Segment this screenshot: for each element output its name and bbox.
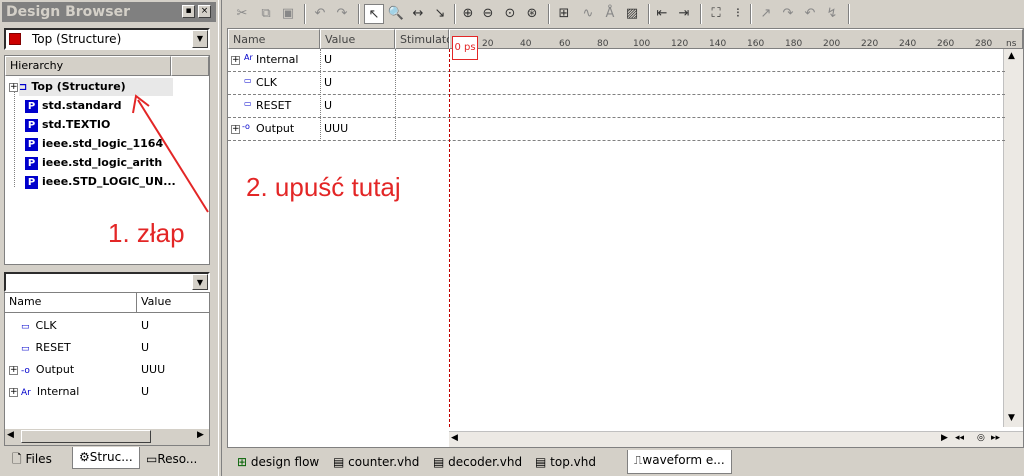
tab-decoder-vhd[interactable]: ▤ decoder.vhd <box>427 452 528 474</box>
document-tabs: ⊞ design flow ▤ counter.vhd ▤ decoder.vh… <box>227 450 1024 476</box>
tab-design-flow[interactable]: ⊞ design flow <box>231 452 325 474</box>
tab-label: counter.vhd <box>348 455 420 469</box>
document-icon: ▤ <box>433 455 445 469</box>
tab-label: design flow <box>250 455 320 469</box>
design-flow-icon: ⊞ <box>237 455 248 469</box>
tab-counter-vhd[interactable]: ▤ counter.vhd <box>327 452 425 474</box>
document-icon: ▤ <box>535 455 547 469</box>
document-icon: ▤ <box>333 455 345 469</box>
tab-waveform-editor[interactable]: ⎍waveform e... <box>627 450 732 474</box>
annotation-step2: 2. upuść tutaj <box>246 172 401 202</box>
tab-label: top.vhd <box>550 455 596 469</box>
tab-label: waveform e... <box>642 453 725 467</box>
tab-label: decoder.vhd <box>448 455 523 469</box>
tab-top-vhd[interactable]: ▤ top.vhd <box>529 452 602 474</box>
annotation-step1: 1. złap <box>108 218 185 248</box>
